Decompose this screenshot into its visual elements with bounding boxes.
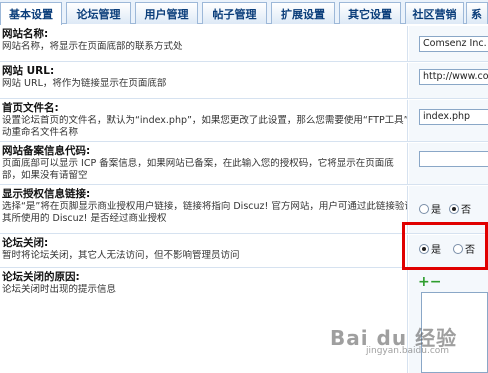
- setting-label: 论坛关闭的原因:: [2, 271, 80, 283]
- settings-tab-bar: 基本设置 论坛管理 用户管理 帖子管理 扩展设置 其它设置 社区营销 系: [0, 0, 488, 25]
- setting-description: 暂时将论坛关闭，其它人无法访问，但不影响管理员访问: [2, 250, 240, 261]
- setting-close-reason: 论坛关闭的原因: 论坛关闭时出现的提示信息: [0, 269, 488, 373]
- tab-system[interactable]: 系: [466, 2, 488, 24]
- setting-site-name: 网站名称: 网站名称，将显示在页面底部的联系方式处 Comsenz Inc.: [0, 26, 488, 62]
- plus-icon[interactable]: +: [418, 274, 430, 290]
- setting-description: 设置论坛首页的文件名，默认为“index.php”，如果您更改了此设置，那么您需…: [2, 115, 407, 126]
- highlight-box: [402, 222, 488, 270]
- site-name-input[interactable]: Comsenz Inc.: [419, 36, 488, 52]
- tab-post-management[interactable]: 帖子管理: [202, 2, 267, 24]
- setting-icp-code: 网站备案信息代码: 页面底部可以显示 ICP 备案信息，如果网站已备案，在此输入…: [0, 143, 488, 185]
- radio-icon[interactable]: [449, 203, 459, 214]
- index-file-input[interactable]: index.php: [419, 109, 488, 125]
- license-radio-group: 是 否: [419, 201, 479, 216]
- site-url-input[interactable]: http://www.com: [419, 69, 488, 85]
- option-label: 是: [431, 205, 441, 216]
- textarea-resize-controls: +−: [418, 275, 441, 289]
- setting-description: 选择“是”将在页脚显示商业授权用户链接，链接将指向 Discuz! 官方网站，用…: [2, 201, 407, 212]
- setting-label: 论坛关闭:: [2, 237, 49, 249]
- tab-extension-settings[interactable]: 扩展设置: [271, 2, 335, 24]
- license-yes-option[interactable]: 是: [419, 201, 441, 216]
- tab-label: 帖子管理: [212, 7, 257, 21]
- setting-description: 网站 URL，将作为链接显示在页面底部: [2, 78, 167, 89]
- watermark: Bai du 经验 jingyan.baidu.com: [330, 322, 457, 356]
- tab-forum-management[interactable]: 论坛管理: [66, 2, 131, 24]
- tab-label: 社区营销: [412, 7, 457, 21]
- tab-label: 扩展设置: [281, 7, 325, 21]
- setting-label: 首页文件名:: [2, 102, 59, 114]
- setting-description: 论坛关闭时出现的提示信息: [2, 284, 117, 295]
- setting-label: 显示授权信息链接:: [2, 188, 91, 200]
- setting-index-file: 首页文件名: 设置论坛首页的文件名，默认为“index.php”，如果您更改了此…: [0, 100, 488, 142]
- watermark-url: jingyan.baidu.com: [366, 346, 450, 356]
- setting-description: 其所使用的 Discuz! 是否经过商业授权: [2, 213, 167, 224]
- tab-label: 基本设置: [9, 8, 53, 21]
- setting-description: 动重命名文件名称: [2, 127, 79, 138]
- tab-user-management[interactable]: 用户管理: [135, 2, 198, 24]
- setting-label: 网站备案信息代码:: [2, 145, 91, 157]
- setting-description: 网站名称，将显示在页面底部的联系方式处: [2, 41, 183, 52]
- tab-basic-settings[interactable]: 基本设置: [0, 2, 62, 25]
- tab-label: 论坛管理: [76, 7, 121, 21]
- option-label: 否: [461, 205, 471, 216]
- setting-site-url: 网站 URL: 网站 URL，将作为链接显示在页面底部 http://www.c…: [0, 63, 488, 99]
- icp-code-input[interactable]: [419, 151, 488, 167]
- radio-icon[interactable]: [419, 203, 429, 214]
- minus-icon[interactable]: −: [430, 274, 442, 290]
- setting-description: 页面底部可以显示 ICP 备案信息，如果网站已备案，在此输入您的授权码，它将显示…: [2, 158, 394, 169]
- tab-label: 系: [471, 7, 482, 21]
- license-no-option[interactable]: 否: [449, 201, 471, 216]
- setting-description: 部，如果没有请留空: [2, 170, 88, 181]
- tab-other-settings[interactable]: 其它设置: [339, 2, 401, 24]
- tab-community-marketing[interactable]: 社区营销: [405, 2, 464, 24]
- tab-label: 其它设置: [348, 7, 392, 21]
- setting-label: 网站 URL:: [2, 65, 55, 77]
- setting-label: 网站名称:: [2, 28, 49, 40]
- tab-label: 用户管理: [144, 7, 189, 21]
